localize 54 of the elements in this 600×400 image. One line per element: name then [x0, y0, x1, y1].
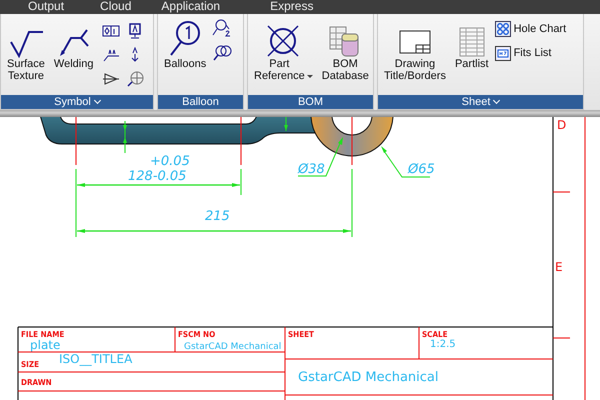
panel-title: BOM	[248, 95, 373, 109]
dimension-arrow	[123, 120, 127, 154]
hole-grid-icon	[494, 21, 511, 37]
panel-title: Symbol	[1, 95, 153, 109]
dimension-arrow	[284, 117, 288, 132]
panel-title: Sheet	[378, 95, 583, 109]
numbered-balloon-icon	[212, 19, 232, 39]
datum-icon	[127, 23, 144, 39]
balloon-icon	[168, 20, 202, 58]
dimension-text: +0.05	[150, 154, 190, 169]
leader-line	[298, 137, 343, 176]
field-label: SIZE	[21, 360, 39, 369]
target-circle-icon	[126, 71, 144, 87]
section-label-icon	[102, 48, 120, 62]
field-value: ISO__TITLEA	[59, 352, 132, 366]
dimension-text: 215	[205, 209, 230, 224]
dimension-text: Ø38	[298, 162, 325, 177]
feature-frame-icon	[102, 25, 120, 37]
menu-tab[interactable]: Cloud	[100, 0, 132, 14]
triangle-icon	[103, 72, 120, 86]
field-value: 1:2.5	[430, 339, 456, 350]
field-label: SCALE	[422, 330, 448, 339]
dimension-text: Ø65	[408, 162, 435, 177]
field-label: FILE NAME	[21, 330, 64, 339]
check-mark-icon	[8, 28, 43, 58]
menu-tab[interactable]: Express	[270, 0, 314, 14]
ribbon-button[interactable]: Part Reference	[251, 20, 316, 82]
menu-tab[interactable]: Output	[28, 0, 64, 14]
field-value: GstarCAD Mechanical	[298, 370, 439, 385]
field-label: FSCM NO	[178, 330, 216, 339]
field-label: SHEET	[288, 330, 314, 339]
table-icon	[456, 26, 487, 58]
ribbon-button[interactable]: Welding	[50, 20, 96, 70]
panel-title: Balloon	[158, 95, 243, 109]
ribbon-button[interactable]: Fits List	[494, 44, 566, 62]
menu-tab[interactable]: Application	[161, 0, 220, 14]
leader-icon	[58, 28, 89, 58]
balloon-tool-button[interactable]	[212, 20, 232, 38]
dimension-text: 128-0.05	[128, 169, 186, 184]
ribbon-button[interactable]: Drawing Title/Borders	[381, 20, 449, 82]
field-value: GstarCAD Mechanical	[184, 342, 282, 352]
ribbon-button[interactable]: Hole Chart	[494, 20, 566, 38]
fit-table-icon	[494, 45, 511, 61]
border-letter: E	[555, 260, 563, 274]
ribbon-button[interactable]: Partlist	[452, 20, 492, 70]
balloon-tool-button[interactable]	[212, 44, 232, 62]
field-label: DRAWN	[21, 378, 52, 387]
double-balloon-icon	[212, 44, 232, 62]
crossed-circle-icon	[266, 24, 300, 58]
field-value: plate	[30, 338, 60, 352]
border-letter: D	[557, 118, 566, 132]
ribbon-button[interactable]: Balloons	[161, 20, 210, 70]
ribbon-button[interactable]: BOM Database	[318, 20, 372, 82]
ribbon-button[interactable]: Surface Texture	[4, 20, 48, 82]
